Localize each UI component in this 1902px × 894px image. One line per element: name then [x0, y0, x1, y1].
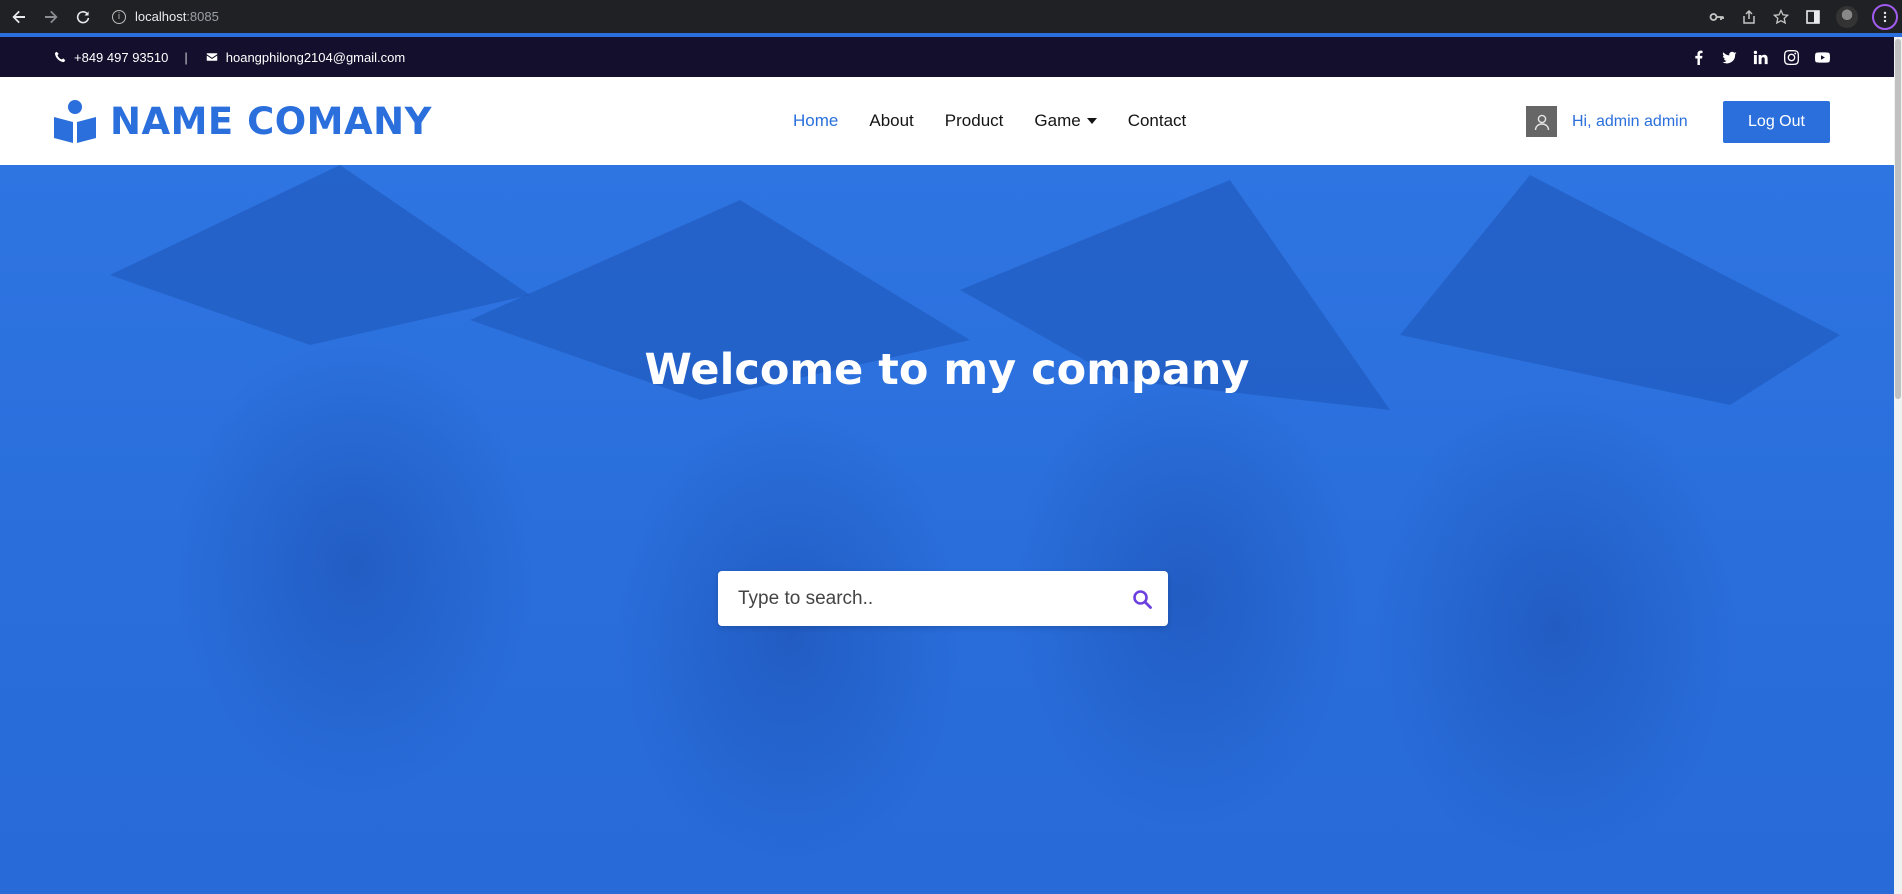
- youtube-icon[interactable]: [1814, 49, 1830, 65]
- social-links: [1690, 37, 1830, 77]
- share-icon[interactable]: [1740, 8, 1758, 26]
- nav-home[interactable]: Home: [793, 111, 838, 131]
- nav-product[interactable]: Product: [945, 111, 1004, 131]
- site-header: NAME COMANY Home About Product Game Cont…: [0, 77, 1894, 165]
- search-box: [718, 571, 1168, 626]
- hero-banner: Welcome to my company: [0, 165, 1894, 894]
- logout-button[interactable]: Log Out: [1723, 101, 1830, 143]
- top-info-bar: +849 497 93510 | hoangphilong2104@gmail.…: [0, 37, 1894, 77]
- topbar-separator: |: [184, 49, 188, 65]
- instagram-icon[interactable]: [1783, 49, 1799, 65]
- site-info-icon[interactable]: i: [112, 9, 126, 24]
- address-bar[interactable]: i localhost:8085: [100, 4, 1705, 29]
- main-nav: Home About Product Game Contact: [793, 77, 1186, 165]
- search-button[interactable]: [1116, 571, 1168, 626]
- email-address: hoangphilong2104@gmail.com: [225, 49, 406, 65]
- page-scrollbar[interactable]: [1894, 37, 1902, 894]
- nav-game[interactable]: Game: [1034, 111, 1097, 131]
- twitter-icon[interactable]: [1721, 49, 1737, 65]
- caret-down-icon: [1086, 118, 1097, 124]
- logo[interactable]: NAME COMANY: [54, 99, 432, 143]
- user-avatar[interactable]: [1526, 106, 1557, 137]
- linkedin-icon[interactable]: [1752, 49, 1768, 65]
- user-greeting[interactable]: Hi, admin admin: [1572, 113, 1688, 131]
- chrome-menu-button[interactable]: [1872, 3, 1898, 30]
- reader-book-icon: [54, 100, 96, 143]
- hero-title: Welcome to my company: [644, 345, 1250, 395]
- nav-contact[interactable]: Contact: [1128, 111, 1187, 131]
- envelope-icon: [206, 53, 217, 61]
- back-button[interactable]: [6, 4, 32, 30]
- forward-arrow-icon: [45, 10, 58, 23]
- star-icon[interactable]: [1772, 8, 1790, 26]
- user-menu: Hi, admin admin: [1526, 106, 1688, 137]
- url-host: localhost: [135, 9, 187, 24]
- brand-name: NAME COMANY: [110, 99, 432, 143]
- back-arrow-icon: [12, 10, 25, 23]
- nav-about[interactable]: About: [869, 111, 913, 131]
- contact-email[interactable]: hoangphilong2104@gmail.com: [206, 50, 405, 65]
- reload-icon: [76, 10, 90, 23]
- forward-button[interactable]: [38, 4, 64, 30]
- browser-toolbar: i localhost:8085: [0, 0, 1902, 33]
- reload-button[interactable]: [70, 4, 96, 30]
- phone-number: +849 497 93510: [74, 49, 169, 65]
- contact-phone[interactable]: +849 497 93510: [54, 50, 168, 65]
- url-port: :8085: [186, 9, 219, 24]
- key-icon[interactable]: [1708, 8, 1726, 26]
- search-icon: [1133, 589, 1152, 609]
- scrollbar-thumb[interactable]: [1895, 39, 1901, 399]
- phone-icon: [54, 51, 66, 63]
- profile-avatar[interactable]: [1836, 5, 1858, 28]
- user-icon: [1534, 114, 1549, 130]
- side-panel-icon[interactable]: [1804, 8, 1822, 26]
- nav-game-label: Game: [1034, 111, 1081, 130]
- hero-background-image: [110, 165, 530, 345]
- more-vertical-icon: [1883, 11, 1887, 22]
- facebook-icon[interactable]: [1690, 49, 1706, 65]
- search-input[interactable]: [718, 571, 1116, 626]
